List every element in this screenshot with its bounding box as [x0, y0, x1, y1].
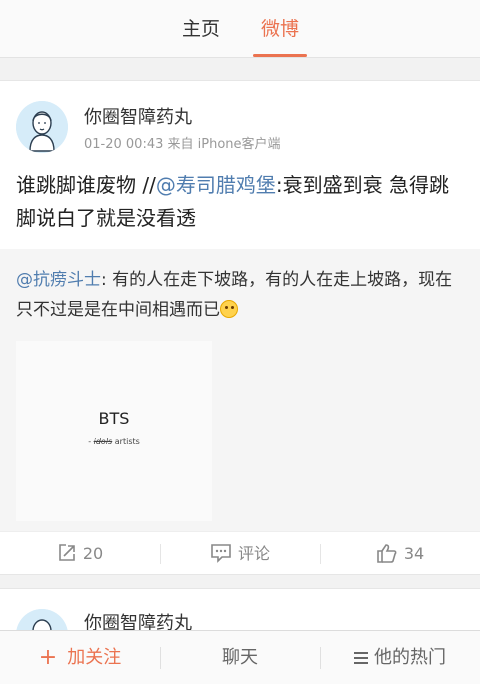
post-text-prefix: 谁跳脚谁废物 //: [16, 173, 156, 197]
avatar-face-icon: [16, 101, 68, 153]
like-button[interactable]: 34: [320, 532, 480, 576]
post-source: 来自 iPhone客户端: [167, 137, 281, 152]
comment-button[interactable]: 评论: [160, 532, 320, 576]
like-icon: [377, 544, 397, 563]
plus-icon: +: [38, 645, 58, 670]
active-tab-indicator: [253, 54, 307, 57]
follow-button[interactable]: + 加关注: [0, 631, 160, 684]
post-mention-link[interactable]: @寿司腊鸡堡: [156, 173, 276, 197]
avatar[interactable]: [16, 101, 68, 153]
post-action-bar: 20 评论 34: [0, 531, 480, 575]
image-sub-suffix: artists: [112, 437, 140, 446]
repost-mention-link[interactable]: @抗痨斗士: [16, 270, 101, 290]
like-count: 34: [403, 544, 425, 563]
image-subtitle: - idols artists: [16, 437, 212, 446]
hot-label: 他的热门: [374, 647, 446, 668]
top-tab-bar: 主页 微博: [0, 0, 480, 58]
weibo-post-card: 你圈智障药丸 01-20 00:43 来自 iPhone客户端 谁跳脚谁废物 /…: [0, 80, 480, 575]
reposted-content[interactable]: @抗痨斗士: 有的人在走下坡路，有的人在走上坡路，现在只不过是是在中间相遇而已 …: [0, 249, 480, 531]
chat-button[interactable]: 聊天: [160, 631, 320, 684]
tab-weibo[interactable]: 微博: [253, 14, 307, 58]
image-strike-text: idols: [93, 437, 113, 446]
follow-label: 加关注: [67, 647, 122, 668]
hot-posts-button[interactable]: 他的热门: [320, 631, 480, 684]
repost-icon: [59, 544, 75, 561]
smile-emoji-icon: [220, 300, 238, 318]
post-meta: 01-20 00:43 来自 iPhone客户端: [84, 133, 281, 152]
post-time: 01-20 00:43: [84, 137, 164, 152]
comment-label: 评论: [237, 544, 270, 563]
repost-text: @抗痨斗士: 有的人在走下坡路，有的人在走上坡路，现在只不过是是在中间相遇而已: [16, 265, 456, 325]
repost-image[interactable]: BTS - idols artists: [16, 341, 212, 521]
post-text: 谁跳脚谁废物 //@寿司腊鸡堡:衰到盛到衰 急得跳脚说白了就是没看透: [16, 169, 466, 235]
comment-icon: [211, 544, 231, 563]
weibo-page: 主页 微博 你圈智障药丸 01-20 00:43 来自 iPhone客户端 谁跳…: [0, 0, 480, 684]
repost-button[interactable]: 20: [0, 532, 160, 576]
menu-icon: [354, 649, 368, 667]
post-author[interactable]: 你圈智障药丸: [84, 103, 192, 129]
bottom-action-bar: + 加关注 聊天 他的热门: [0, 630, 480, 684]
tab-home[interactable]: 主页: [176, 14, 226, 58]
image-title: BTS: [98, 409, 130, 428]
repost-count: 20: [82, 544, 104, 563]
